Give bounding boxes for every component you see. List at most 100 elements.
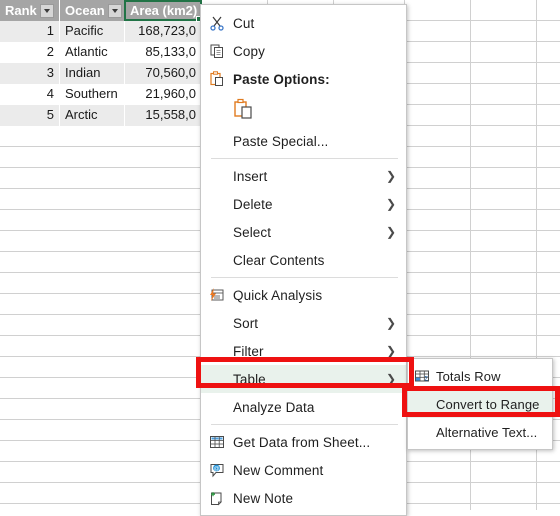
menu-item-label: Quick Analysis	[233, 287, 323, 303]
chevron-right-icon: ❯	[385, 169, 397, 183]
chevron-right-icon: ❯	[385, 372, 397, 386]
table-header-row: Rank Ocean Area (km2)	[0, 0, 202, 21]
menu-item-copy[interactable]: Copy	[201, 37, 406, 65]
no-icon	[408, 418, 436, 446]
cell-rank[interactable]: 2	[0, 42, 60, 63]
menu-item-table[interactable]: Table ❯	[201, 365, 406, 393]
menu-item-new-note[interactable]: New Note	[201, 484, 406, 512]
cell-ocean[interactable]: Arctic	[60, 105, 125, 126]
menu-item-label: Table	[233, 371, 266, 387]
menu-item-filter[interactable]: Filter ❯	[201, 337, 406, 365]
no-icon	[201, 218, 233, 246]
menu-item-get-data-from-sheet[interactable]: Get Data from Sheet...	[201, 428, 406, 456]
submenu-item-totals-row[interactable]: Σ Totals Row	[408, 362, 552, 390]
submenu-item-label: Alternative Text...	[436, 424, 538, 440]
table-submenu[interactable]: Σ Totals Row Convert to Range Alternativ…	[407, 358, 553, 450]
column-header-label: Area (km2)	[130, 2, 198, 18]
column-header-ocean[interactable]: Ocean	[60, 0, 125, 21]
chevron-right-icon: ❯	[385, 344, 397, 358]
clipboard-icon	[201, 65, 233, 93]
menu-item-label: Insert	[233, 168, 268, 184]
menu-item-paste-special[interactable]: Paste Special...	[201, 127, 406, 155]
cell-area[interactable]: 70,560,0	[125, 63, 202, 84]
no-icon	[201, 309, 233, 337]
svg-text:@: @	[214, 466, 220, 472]
menu-separator	[211, 158, 398, 159]
column-header-rank[interactable]: Rank	[0, 0, 60, 21]
no-icon	[201, 337, 233, 365]
submenu-item-convert-to-range[interactable]: Convert to Range	[408, 390, 552, 418]
menu-item-label: Sort	[233, 315, 259, 331]
filter-dropdown-icon[interactable]	[107, 3, 122, 18]
menu-item-label: New Note	[233, 490, 294, 506]
paste-keep-formatting-icon[interactable]	[233, 98, 255, 122]
submenu-item-alternative-text[interactable]: Alternative Text...	[408, 418, 552, 446]
new-comment-icon: @	[201, 456, 233, 484]
cell-rank[interactable]: 5	[0, 105, 60, 126]
table-row[interactable]: 1 Pacific 168,723,0	[0, 21, 202, 42]
scissors-icon	[201, 9, 233, 37]
cell-ocean[interactable]: Indian	[60, 63, 125, 84]
column-header-label: Rank	[5, 2, 37, 18]
copy-icon	[201, 37, 233, 65]
menu-item-clear-contents[interactable]: Clear Contents	[201, 246, 406, 274]
cell-area[interactable]: 15,558,0	[125, 105, 202, 126]
menu-item-sort[interactable]: Sort ❯	[201, 309, 406, 337]
excel-table[interactable]: Rank Ocean Area (km2) 1 Pacific 168,723,…	[0, 0, 202, 126]
chevron-right-icon: ❯	[385, 316, 397, 330]
menu-item-delete[interactable]: Delete ❯	[201, 190, 406, 218]
cell-ocean[interactable]: Pacific	[60, 21, 125, 42]
menu-item-label: Cut	[233, 15, 255, 31]
menu-item-cut[interactable]: Cut	[201, 9, 406, 37]
paste-options-gallery[interactable]	[201, 93, 406, 127]
quick-analysis-icon	[201, 281, 233, 309]
cell-rank[interactable]: 4	[0, 84, 60, 105]
new-note-icon	[201, 484, 233, 512]
chevron-right-icon: ❯	[385, 225, 397, 239]
table-row[interactable]: 4 Southern 21,960,0	[0, 84, 202, 105]
context-menu[interactable]: Cut Copy Paste Options: Paste Special...…	[200, 4, 407, 516]
column-header-label: Ocean	[65, 2, 105, 18]
menu-item-label: Paste Options:	[233, 71, 330, 87]
menu-item-select[interactable]: Select ❯	[201, 218, 406, 246]
menu-item-label: Clear Contents	[233, 252, 325, 268]
no-icon	[201, 246, 233, 274]
table-row[interactable]: 2 Atlantic 85,133,0	[0, 42, 202, 63]
no-icon	[201, 393, 233, 421]
menu-separator	[211, 424, 398, 425]
no-icon	[408, 390, 436, 418]
no-icon	[201, 190, 233, 218]
menu-item-label: Filter	[233, 343, 264, 359]
table-row[interactable]: 5 Arctic 15,558,0	[0, 105, 202, 126]
menu-separator	[211, 277, 398, 278]
menu-item-label: Analyze Data	[233, 399, 315, 415]
menu-item-insert[interactable]: Insert ❯	[201, 162, 406, 190]
no-icon	[201, 365, 233, 393]
column-header-area[interactable]: Area (km2)	[125, 0, 202, 21]
menu-item-label: Paste Special...	[233, 133, 329, 149]
cell-ocean[interactable]: Atlantic	[60, 42, 125, 63]
cell-area[interactable]: 85,133,0	[125, 42, 202, 63]
menu-item-new-comment[interactable]: @ New Comment	[201, 456, 406, 484]
cell-rank[interactable]: 3	[0, 63, 60, 84]
table-row[interactable]: 3 Indian 70,560,0	[0, 63, 202, 84]
cell-area[interactable]: 168,723,0	[125, 21, 202, 42]
submenu-item-label: Totals Row	[436, 368, 501, 384]
menu-item-label: Copy	[233, 43, 265, 59]
menu-item-quick-analysis[interactable]: Quick Analysis	[201, 281, 406, 309]
cell-rank[interactable]: 1	[0, 21, 60, 42]
svg-text:Σ: Σ	[425, 376, 429, 382]
menu-item-label: Get Data from Sheet...	[233, 434, 371, 450]
menu-item-paste-options: Paste Options:	[201, 65, 406, 93]
chevron-right-icon: ❯	[385, 197, 397, 211]
filter-dropdown-icon[interactable]	[40, 3, 54, 18]
get-data-icon	[201, 428, 233, 456]
no-icon	[201, 162, 233, 190]
submenu-item-label: Convert to Range	[436, 396, 540, 412]
menu-item-label: Select	[233, 224, 272, 240]
totals-row-icon: Σ	[408, 362, 436, 390]
cell-ocean[interactable]: Southern	[60, 84, 125, 105]
menu-item-label: Delete	[233, 196, 273, 212]
menu-item-analyze-data[interactable]: Analyze Data	[201, 393, 406, 421]
cell-area[interactable]: 21,960,0	[125, 84, 202, 105]
